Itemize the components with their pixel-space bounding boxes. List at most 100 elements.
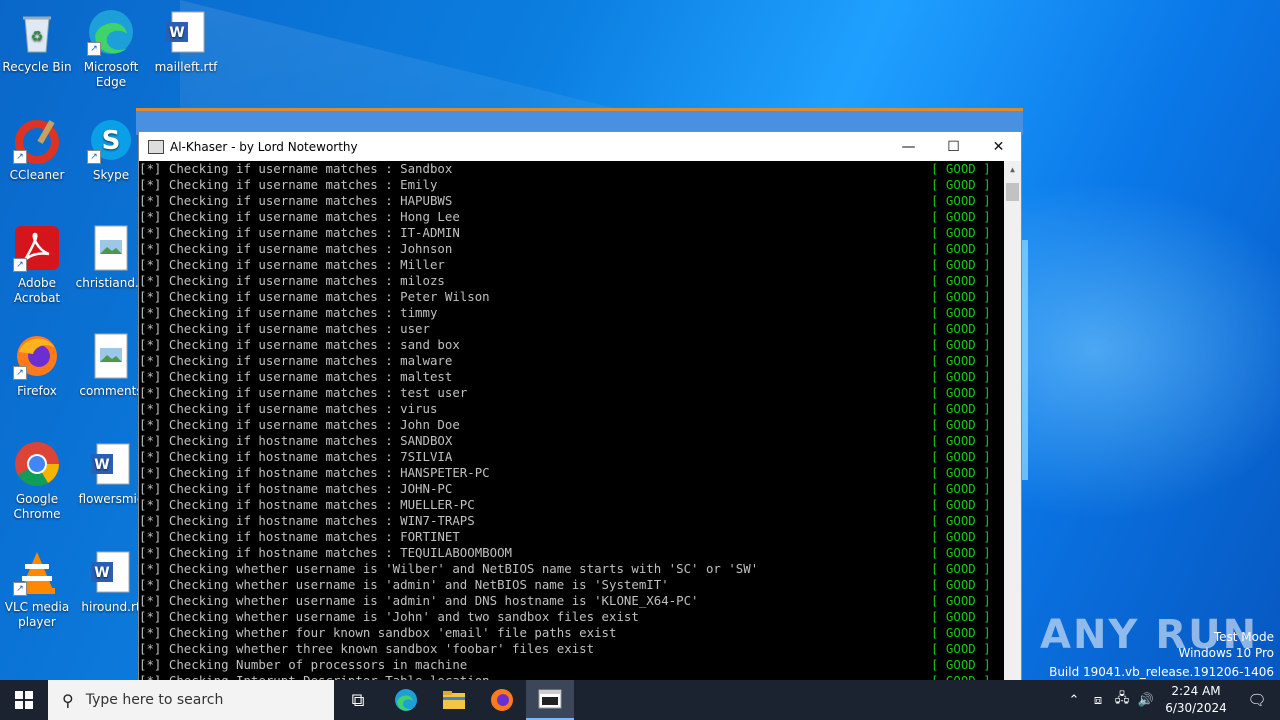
console-line-text: Checking if username matches : Miller	[168, 257, 445, 272]
desktop-icon-mailleft[interactable]: W mailleft.rtf	[150, 8, 222, 75]
console-line: [*] Checking if username matches : miloz…	[139, 273, 1021, 289]
clock-date: 6/30/2024	[1165, 701, 1227, 715]
scrollbar-thumb[interactable]	[1006, 183, 1019, 201]
shortcut-arrow-icon: ↗	[13, 582, 27, 596]
desktop-icon-recycle-bin[interactable]: ♻ Recycle Bin	[1, 8, 73, 75]
console-line: [*] Checking if username matches : IT-AD…	[139, 225, 1021, 241]
console-line-prefix: [*]	[139, 625, 162, 640]
console-line-prefix: [*]	[139, 353, 162, 368]
window-titlebar[interactable]: Al-Khaser - by Lord Noteworthy — ☐ ✕	[139, 132, 1021, 161]
console-line-prefix: [*]	[139, 241, 162, 256]
desktop-icon-label: christiand...	[75, 276, 147, 290]
maximize-button[interactable]: ☐	[931, 132, 976, 161]
desktop-icon-comments[interactable]: comments	[75, 332, 147, 399]
console-line: [*] Checking if hostname matches : JOHN-…	[139, 481, 1021, 497]
skype-icon: S ↗	[87, 116, 135, 164]
console-line: [*] Checking if username matches : Peter…	[139, 289, 1021, 305]
console-line-prefix: [*]	[139, 545, 162, 560]
console-line-status: [ GOOD ]	[931, 577, 991, 592]
console-line-text: Checking if hostname matches : WIN7-TRAP…	[168, 513, 475, 528]
desktop-icon-label: flowersmic	[78, 492, 144, 506]
firefox-icon: ↗	[13, 332, 61, 380]
desktop-icon-vlc[interactable]: ↗ VLC media player	[1, 548, 73, 630]
desktop-icon-chrome[interactable]: Google Chrome	[1, 440, 73, 522]
desktop-icon-edge[interactable]: ↗ Microsoft Edge	[75, 8, 147, 90]
svg-text:♻: ♻	[31, 29, 44, 45]
desktop-icon-label: VLC media player	[4, 600, 70, 629]
taskbar-explorer-button[interactable]	[430, 680, 478, 720]
shortcut-arrow-icon: ↗	[87, 150, 101, 164]
taskbar-firefox-button[interactable]	[478, 680, 526, 720]
console-line-prefix: [*]	[139, 481, 162, 496]
console-line-text: Checking whether four known sandbox 'ema…	[168, 625, 617, 640]
console-line-status: [ GOOD ]	[931, 273, 991, 288]
console-line-text: Checking if username matches : Hong Lee	[168, 209, 460, 224]
console-line: [*] Checking if username matches : Emily…	[139, 177, 1021, 193]
console-line-text: Checking if username matches : test user	[168, 385, 468, 400]
taskbar: ⚲ Type here to search ⧉ ⌃ ⧈ 🖧 🔊 2:24 AM …	[0, 680, 1280, 720]
recycle-bin-icon: ♻	[13, 8, 61, 56]
console-line-text: Checking if hostname matches : SANDBOX	[168, 433, 453, 448]
console-line-status: [ GOOD ]	[931, 337, 991, 352]
network-icon[interactable]: 🖧	[1110, 689, 1134, 711]
console-line: [*] Checking if username matches : virus…	[139, 401, 1021, 417]
console-line-prefix: [*]	[139, 225, 162, 240]
scroll-up-icon[interactable]: ▲	[1004, 161, 1021, 178]
desktop-icon-acrobat[interactable]: ↗ Adobe Acrobat	[1, 224, 73, 306]
test-mode-label: Test Mode	[1213, 630, 1274, 644]
desktop-icon-label: Skype	[92, 168, 130, 182]
console-line-status: [ GOOD ]	[931, 449, 991, 464]
console-line-prefix: [*]	[139, 177, 162, 192]
vertical-scrollbar[interactable]: ▲	[1004, 161, 1021, 692]
clock[interactable]: 2:24 AM 6/30/2024	[1158, 683, 1234, 717]
console-line-text: Checking if username matches : IT-ADMIN	[168, 225, 460, 240]
console-line-status: [ GOOD ]	[931, 401, 991, 416]
console-line-prefix: [*]	[139, 449, 162, 464]
console-line-status: [ GOOD ]	[931, 225, 991, 240]
console-line-prefix: [*]	[139, 305, 162, 320]
acrobat-icon: ↗	[13, 224, 61, 272]
console-line-text: Checking if username matches : Emily	[168, 177, 438, 192]
desktop-icon-christiand[interactable]: christiand...	[75, 224, 147, 291]
console-line-prefix: [*]	[139, 401, 162, 416]
console-line: [*] Checking if username matches : Sandb…	[139, 161, 1021, 177]
network-status-icon[interactable]: ⧈	[1086, 693, 1110, 708]
desktop-icon-firefox[interactable]: ↗ Firefox	[1, 332, 73, 399]
console-line-prefix: [*]	[139, 289, 162, 304]
desktop-icon-label: Firefox	[17, 384, 57, 398]
console-line-text: Checking if username matches : sand box	[168, 337, 460, 352]
desktop-icon-label: Adobe Acrobat	[13, 276, 61, 305]
console-line-status: [ GOOD ]	[931, 305, 991, 320]
word-doc-icon: W	[162, 8, 210, 56]
taskbar-console-button[interactable]	[526, 680, 574, 720]
show-hidden-icons-button[interactable]: ⌃	[1062, 693, 1086, 708]
console-line-prefix: [*]	[139, 257, 162, 272]
desktop-icon-flowersmic[interactable]: W flowersmic	[75, 440, 147, 507]
notifications-icon[interactable]: 🗨	[1234, 691, 1280, 709]
console-line-status: [ GOOD ]	[931, 593, 991, 608]
desktop-icon-hiround[interactable]: W hiround.rt	[75, 548, 147, 615]
minimize-button[interactable]: —	[886, 132, 931, 161]
desktop-icon-ccleaner[interactable]: ↗ CCleaner	[1, 116, 73, 183]
start-button[interactable]	[0, 680, 48, 720]
console-line: [*] Checking whether three known sandbox…	[139, 641, 1021, 657]
close-button[interactable]: ✕	[976, 132, 1021, 161]
console-line-text: Checking if username matches : maltest	[168, 369, 453, 384]
console-line-prefix: [*]	[139, 385, 162, 400]
console-line-status: [ GOOD ]	[931, 417, 991, 432]
desktop-icon-label: CCleaner	[9, 168, 65, 182]
console-line-prefix: [*]	[139, 561, 162, 576]
console-output[interactable]: [*] Checking if username matches : Sandb…	[139, 161, 1021, 692]
console-line-status: [ GOOD ]	[931, 289, 991, 304]
console-line: [*] Checking if username matches : John …	[139, 417, 1021, 433]
taskbar-search-box[interactable]: ⚲ Type here to search	[48, 680, 334, 720]
task-view-button[interactable]: ⧉	[334, 680, 382, 720]
task-view-icon: ⧉	[351, 689, 365, 711]
taskbar-edge-button[interactable]	[382, 680, 430, 720]
console-line-text: Checking if hostname matches : HANSPETER…	[168, 465, 490, 480]
volume-icon[interactable]: 🔊	[1134, 693, 1158, 708]
svg-text:W: W	[169, 25, 184, 41]
ccleaner-icon: ↗	[13, 116, 61, 164]
console-line-status: [ GOOD ]	[931, 609, 991, 624]
console-app-icon	[148, 139, 164, 154]
